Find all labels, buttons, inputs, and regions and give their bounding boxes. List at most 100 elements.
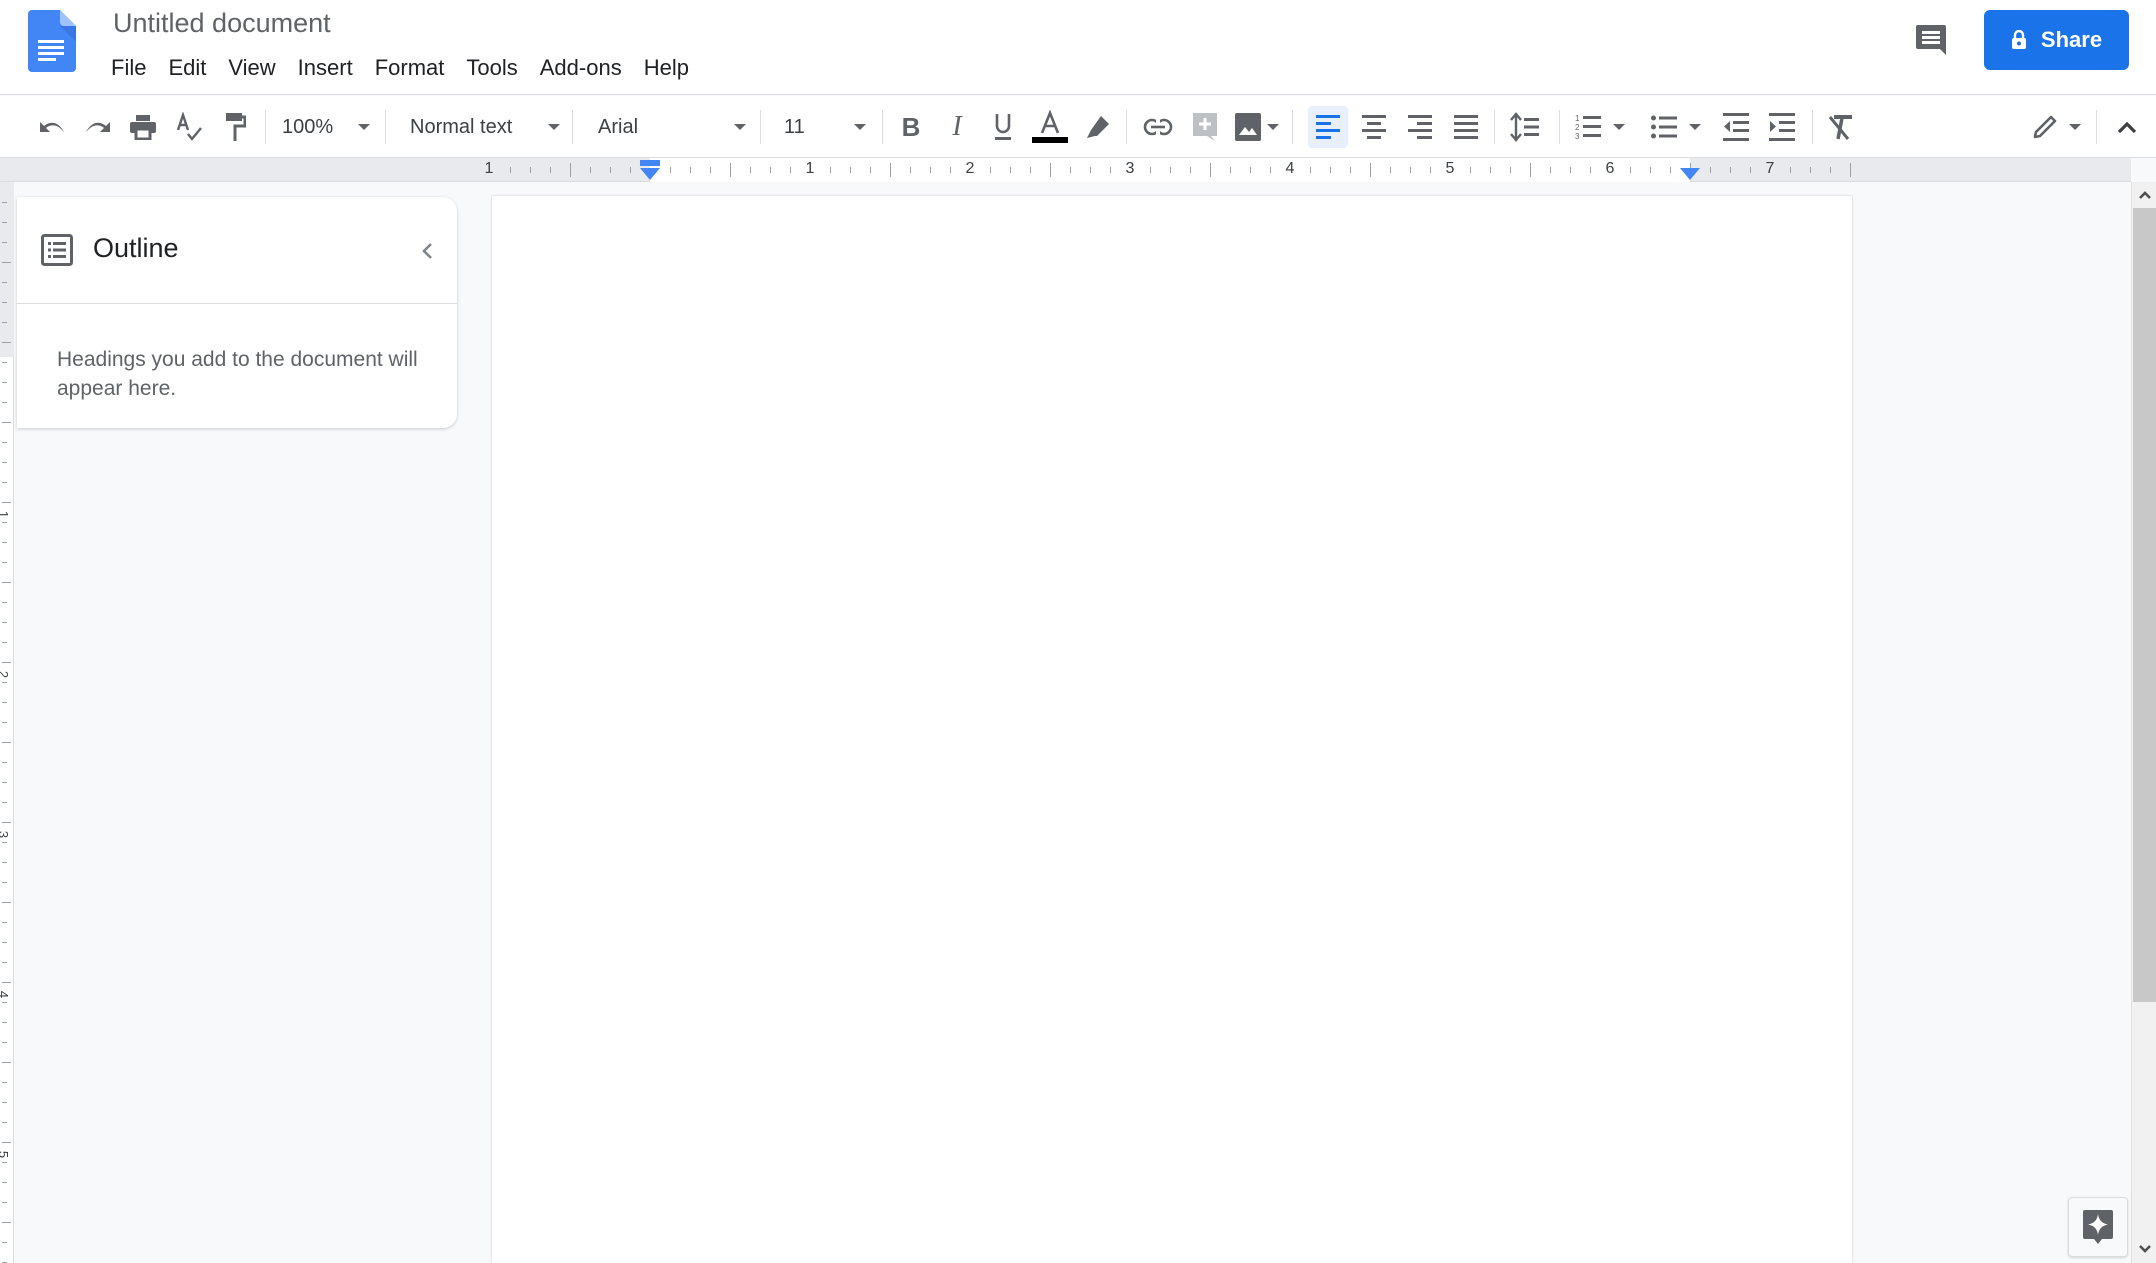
insert-link-button[interactable] (1138, 106, 1178, 148)
paint-format-button[interactable] (216, 106, 254, 148)
clear-formatting-icon (1828, 115, 1852, 140)
increase-indent-button[interactable] (1762, 106, 1802, 148)
align-justify-icon (1454, 115, 1478, 139)
vertical-scrollbar[interactable] (2131, 182, 2156, 1263)
align-right-button[interactable] (1400, 106, 1440, 148)
clear-formatting-button[interactable] (1820, 106, 1860, 148)
vertical-ruler-tick (2, 982, 11, 983)
lock-icon (2011, 30, 2026, 49)
decrease-indent-button[interactable] (1716, 106, 1756, 148)
font-select[interactable]: Arial (586, 106, 752, 148)
align-center-button[interactable] (1354, 106, 1394, 148)
share-button[interactable]: Share (1984, 10, 2129, 70)
vertical-ruler-tick (2, 722, 7, 723)
font-size-value: 11 (784, 115, 805, 138)
style-select[interactable]: Normal text (400, 106, 566, 148)
add-comment-button[interactable] (1186, 106, 1224, 148)
zoom-select[interactable]: 100% (276, 106, 376, 148)
align-left-button[interactable] (1308, 106, 1348, 148)
chevron-down-icon (548, 124, 560, 130)
ruler-tick (670, 167, 671, 173)
redo-button[interactable] (80, 106, 116, 148)
ruler-tick (950, 167, 951, 173)
ruler-tick (1790, 167, 1791, 173)
vertical-ruler[interactable]: 1 2 3 4 5 (0, 182, 14, 1263)
editing-mode-button[interactable] (2026, 106, 2088, 148)
italic-icon: I (952, 111, 962, 142)
ruler-tick (1110, 167, 1111, 173)
image-icon (1235, 113, 1261, 141)
document-title[interactable]: Untitled document (113, 6, 331, 41)
vertical-ruler-tick (2, 342, 11, 343)
menu-help[interactable]: Help (633, 52, 700, 84)
ruler-tick (1310, 167, 1311, 173)
scroll-down-button[interactable] (2132, 1236, 2156, 1262)
ruler-tick (1710, 167, 1711, 173)
right-indent-marker[interactable] (1679, 166, 1701, 182)
font-size-select[interactable]: 11 (772, 106, 872, 148)
docs-app: Untitled document File Edit View Insert … (0, 0, 2156, 1263)
document-page[interactable] (492, 196, 1852, 1263)
text-color-button[interactable] (1030, 106, 1070, 148)
vertical-ruler-tick (2, 942, 7, 943)
ruler-tick (1490, 167, 1491, 173)
ruler-tick (990, 167, 991, 173)
numbered-list-button[interactable]: 123 (1568, 106, 1632, 148)
indent-marker[interactable] (639, 160, 661, 182)
vertical-ruler-tick (2, 402, 7, 403)
toolbar-separator (1292, 110, 1293, 144)
vertical-ruler-label: 4 (0, 991, 11, 998)
ruler-tick (1670, 167, 1671, 173)
vertical-ruler-tick (2, 1142, 11, 1143)
style-value: Normal text (410, 115, 513, 138)
highlight-color-button[interactable] (1078, 106, 1118, 148)
ruler-tick (890, 163, 891, 177)
comments-button[interactable] (1906, 16, 1956, 64)
vertical-ruler-tick (2, 242, 7, 243)
ruler-tick (1190, 167, 1191, 173)
scrollbar-thumb[interactable] (2133, 208, 2156, 1002)
scroll-up-button[interactable] (2132, 182, 2156, 208)
toolbar-separator (2096, 110, 2097, 144)
underline-button[interactable] (984, 106, 1022, 148)
menu-view[interactable]: View (217, 52, 286, 84)
undo-button[interactable] (34, 106, 70, 148)
ruler-tick (1850, 163, 1851, 177)
vertical-ruler-tick (2, 262, 11, 263)
vertical-ruler-tick (2, 602, 7, 603)
menu-tools[interactable]: Tools (455, 52, 528, 84)
bold-button[interactable]: B (892, 106, 930, 148)
hide-menus-button[interactable] (2108, 106, 2146, 148)
spellcheck-button[interactable] (170, 106, 208, 148)
vertical-ruler-tick (2, 1062, 11, 1063)
vertical-ruler-label: 5 (0, 1151, 11, 1158)
ruler-tick (870, 167, 871, 173)
menu-add-ons[interactable]: Add-ons (529, 52, 633, 84)
bulleted-list-button[interactable] (1644, 106, 1708, 148)
vertical-ruler-tick (2, 1182, 7, 1183)
insert-image-button[interactable] (1230, 106, 1284, 148)
print-button[interactable] (124, 106, 162, 148)
docs-logo-icon[interactable] (28, 10, 76, 72)
ruler-label: 4 (1285, 160, 1295, 177)
explore-button[interactable] (2068, 1197, 2128, 1257)
ruler-tick (930, 167, 931, 173)
close-outline-button[interactable] (409, 233, 445, 269)
horizontal-ruler[interactable]: 1 1 2 3 4 5 6 7 (0, 158, 2131, 182)
menu-format[interactable]: Format (364, 52, 456, 84)
align-justify-button[interactable] (1446, 106, 1486, 148)
ruler-tick (710, 167, 711, 173)
line-spacing-button[interactable] (1504, 106, 1546, 148)
ruler-tick (1630, 167, 1631, 173)
ruler-label: 5 (1445, 160, 1455, 177)
ruler-tick (1270, 167, 1271, 173)
menu-file[interactable]: File (100, 52, 157, 84)
italic-button[interactable]: I (938, 106, 976, 148)
text-color-icon (1032, 109, 1068, 143)
menu-insert[interactable]: Insert (287, 52, 364, 84)
vertical-ruler-tick (2, 822, 11, 823)
toolbar-separator (1812, 110, 1813, 144)
menu-edit[interactable]: Edit (157, 52, 217, 84)
vertical-ruler-tick (2, 322, 7, 323)
ruler-tick (690, 167, 691, 173)
